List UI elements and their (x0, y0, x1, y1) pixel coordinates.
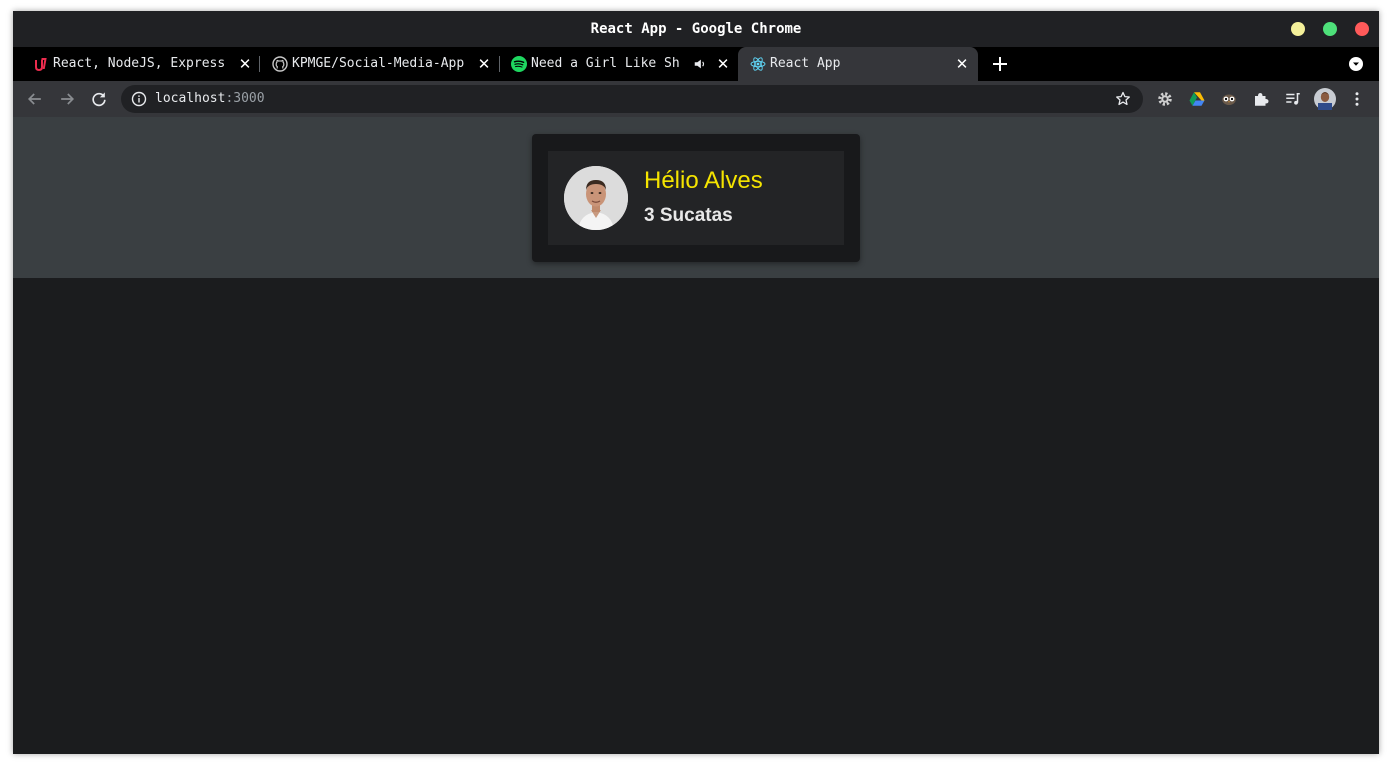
tab-title: KPMGE/Social-Media-App (292, 56, 465, 71)
profile-button[interactable] (1313, 87, 1337, 111)
browser-window: React App - Google Chrome React, NodeJS,… (13, 11, 1379, 754)
close-window-button[interactable] (1355, 22, 1369, 36)
puzzle-icon (1255, 93, 1269, 106)
url-text[interactable]: localhost:3000 (155, 85, 265, 113)
tab-title: Need a Girl Like Sh (531, 56, 680, 71)
react-icon (750, 57, 766, 71)
title-bar: React App - Google Chrome (13, 11, 1379, 47)
extensions-button[interactable] (1249, 87, 1273, 111)
maximize-button[interactable] (1323, 22, 1337, 36)
chrome-menu-button[interactable] (1345, 87, 1369, 111)
extension-settings-button[interactable] (1153, 87, 1177, 111)
profile-card: Hélio Alves 3 Sucatas (532, 134, 860, 262)
reload-icon (92, 92, 106, 107)
forward-button[interactable] (55, 87, 79, 111)
tab-strip: React, NodeJS, Express ✕ KPMGE/Social-Me… (13, 47, 1379, 81)
arrow-left-icon (27, 93, 41, 105)
user-photo (564, 166, 628, 230)
github-icon (272, 56, 288, 72)
tab-udemy[interactable]: React, NodeJS, Express ✕ (21, 47, 261, 81)
user-name: Hélio Alves (644, 167, 763, 194)
tab-search-button[interactable] (1349, 57, 1363, 71)
tab-react-app[interactable]: React App ✕ (738, 47, 978, 81)
tab-close-icon[interactable]: ✕ (954, 47, 970, 81)
tab-spotify[interactable]: Need a Girl Like Sh ✕ (499, 47, 739, 81)
url-host: localhost (155, 91, 226, 106)
owl-extension-button[interactable] (1217, 87, 1241, 111)
profile-card-body: Hélio Alves 3 Sucatas (548, 151, 844, 245)
window-title: React App - Google Chrome (590, 21, 802, 37)
back-button[interactable] (23, 87, 47, 111)
spotify-icon (511, 56, 527, 72)
plus-icon (993, 57, 1007, 71)
tab-close-icon[interactable]: ✕ (476, 47, 492, 81)
tab-close-icon[interactable]: ✕ (715, 47, 731, 81)
tab-title: React App (770, 56, 841, 71)
audio-playing-icon[interactable] (693, 57, 707, 71)
reload-button[interactable] (87, 87, 111, 111)
owl-icon (1222, 94, 1236, 105)
profile-avatar[interactable] (564, 166, 628, 230)
user-item-count: 3 Sucatas (644, 205, 733, 226)
minimize-button[interactable] (1291, 22, 1305, 36)
google-drive-extension-button[interactable] (1185, 87, 1209, 111)
url-port: :3000 (225, 91, 265, 106)
tab-github[interactable]: KPMGE/Social-Media-App ✕ (260, 47, 500, 81)
gear-icon (1158, 92, 1172, 106)
avatar (1314, 88, 1336, 110)
media-controls-button[interactable] (1281, 87, 1305, 111)
page-content: Hélio Alves 3 Sucatas (13, 117, 1379, 754)
google-drive-icon (1189, 92, 1205, 106)
arrow-right-icon (61, 93, 75, 105)
star-icon[interactable] (1115, 91, 1131, 107)
tab-close-icon[interactable]: ✕ (237, 47, 253, 81)
info-icon[interactable] (131, 91, 147, 107)
more-vertical-icon (1355, 92, 1359, 106)
tab-title: React, NodeJS, Express (53, 56, 226, 71)
playlist-icon (1286, 93, 1300, 105)
address-bar[interactable]: localhost:3000 (121, 85, 1143, 113)
browser-toolbar: localhost:3000 (13, 81, 1379, 117)
new-tab-button[interactable] (990, 54, 1010, 74)
page-header: Hélio Alves 3 Sucatas (13, 117, 1379, 278)
chevron-down-icon (1353, 62, 1359, 66)
udemy-icon (35, 58, 47, 71)
